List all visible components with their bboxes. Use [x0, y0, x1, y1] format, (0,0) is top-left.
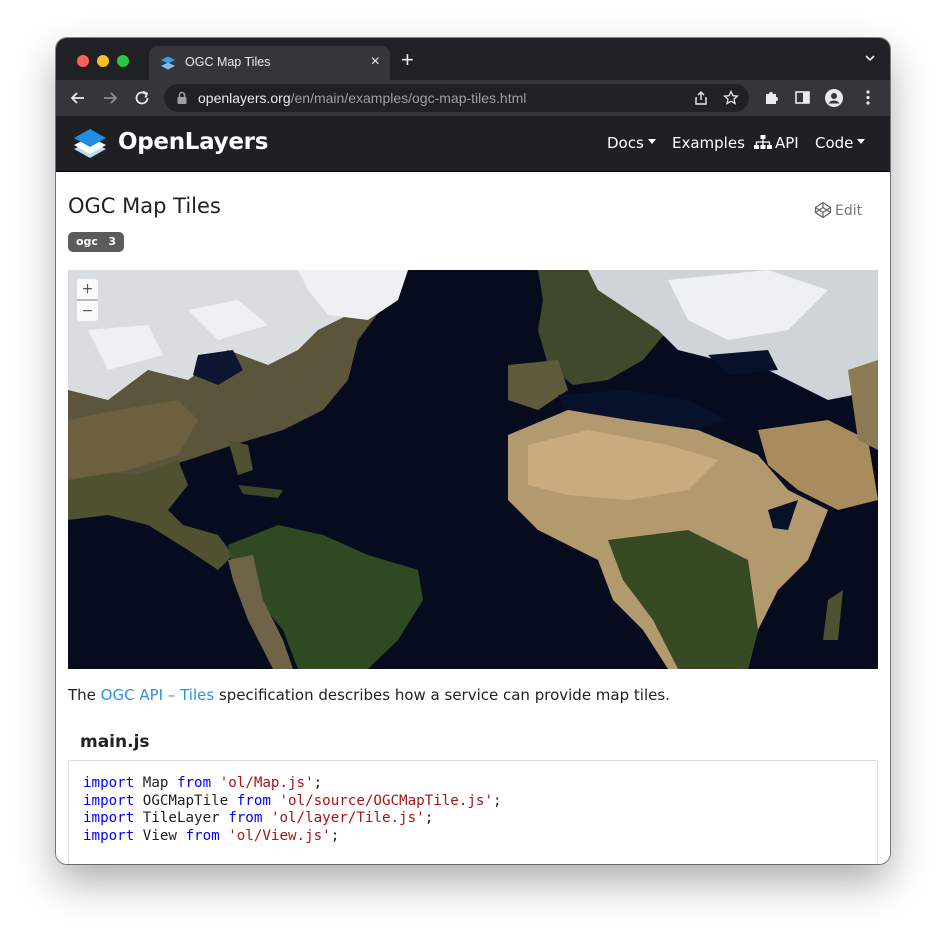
reload-icon[interactable] — [132, 88, 152, 108]
tab-close-icon[interactable]: × — [371, 53, 380, 71]
map-viewport[interactable]: + − — [68, 270, 878, 669]
openlayers-logo-icon[interactable] — [72, 127, 108, 161]
minimize-window-button[interactable] — [97, 55, 109, 67]
extensions-puzzle-icon[interactable] — [763, 89, 780, 106]
example-description: The OGC API – Tiles specification descri… — [68, 686, 670, 704]
url-text[interactable]: openlayers.org/en/main/examples/ogc-map-… — [198, 90, 526, 106]
nav-api-link[interactable]: API — [754, 134, 799, 152]
profile-avatar-icon[interactable] — [825, 89, 843, 107]
tab-strip: OGC Map Tiles × + — [56, 38, 890, 80]
address-bar[interactable]: openlayers.org/en/main/examples/ogc-map-… — [164, 84, 749, 112]
chevron-down-icon — [857, 139, 866, 144]
forward-arrow-icon[interactable] — [100, 88, 120, 108]
code-line: import Map from 'ol/Map.js'; — [83, 775, 323, 791]
nav-examples-link[interactable]: Examples — [672, 134, 745, 152]
site-brand[interactable]: OpenLayers — [118, 129, 268, 155]
new-tab-icon[interactable]: + — [401, 49, 414, 71]
satellite-map-imagery[interactable] — [68, 270, 878, 669]
site-navbar: OpenLayers Docs Examples API Code — [56, 116, 890, 172]
side-panel-icon[interactable] — [794, 89, 811, 106]
zoom-control: + − — [77, 279, 98, 321]
page-title: OGC Map Tiles — [68, 194, 221, 218]
code-block[interactable]: import Map from 'ol/Map.js'; import OGCM… — [68, 760, 878, 864]
tab-title: OGC Map Tiles — [185, 55, 271, 69]
chevron-down-icon — [647, 139, 656, 144]
code-line: import View from 'ol/View.js'; — [83, 827, 340, 844]
tag-name: ogc — [76, 235, 98, 248]
page-content: OGC Map Tiles Edit ogc 3 + − The OGC API… — [56, 172, 890, 864]
code-line: import TileLayer from 'ol/layer/Tile.js'… — [83, 810, 434, 826]
tag-count: 3 — [108, 235, 116, 248]
ogc-api-tiles-link[interactable]: OGC API – Tiles — [101, 686, 215, 704]
code-content: import Map from 'ol/Map.js'; import OGCM… — [83, 775, 502, 845]
code-line: import OGCMapTile from 'ol/source/OGCMap… — [83, 792, 502, 809]
bookmark-star-icon[interactable] — [723, 90, 739, 106]
zoom-in-button[interactable]: + — [77, 279, 98, 299]
browser-menu-icon[interactable] — [861, 89, 875, 106]
maximize-window-button[interactable] — [117, 55, 129, 67]
browser-toolbar: openlayers.org/en/main/examples/ogc-map-… — [56, 80, 890, 116]
tag-badge[interactable]: ogc 3 — [68, 232, 124, 252]
zoom-out-button[interactable]: − — [77, 299, 98, 321]
code-file-title: main.js — [80, 732, 150, 752]
lock-icon[interactable] — [176, 91, 188, 105]
codepen-icon — [814, 201, 832, 219]
nav-docs-dropdown[interactable]: Docs — [607, 134, 656, 152]
share-icon[interactable] — [693, 90, 709, 106]
nav-code-dropdown[interactable]: Code — [815, 134, 866, 152]
openlayers-favicon-icon — [161, 56, 175, 70]
browser-window: OGC Map Tiles × + openlayers.org/en/main… — [56, 38, 890, 864]
edit-button[interactable]: Edit — [814, 201, 862, 219]
tab-search-chevron-icon[interactable] — [864, 52, 876, 64]
close-window-button[interactable] — [77, 55, 89, 67]
tab-ogc-map-tiles[interactable]: OGC Map Tiles × — [149, 46, 390, 80]
back-arrow-icon[interactable] — [68, 88, 88, 108]
sitemap-icon — [754, 135, 772, 149]
